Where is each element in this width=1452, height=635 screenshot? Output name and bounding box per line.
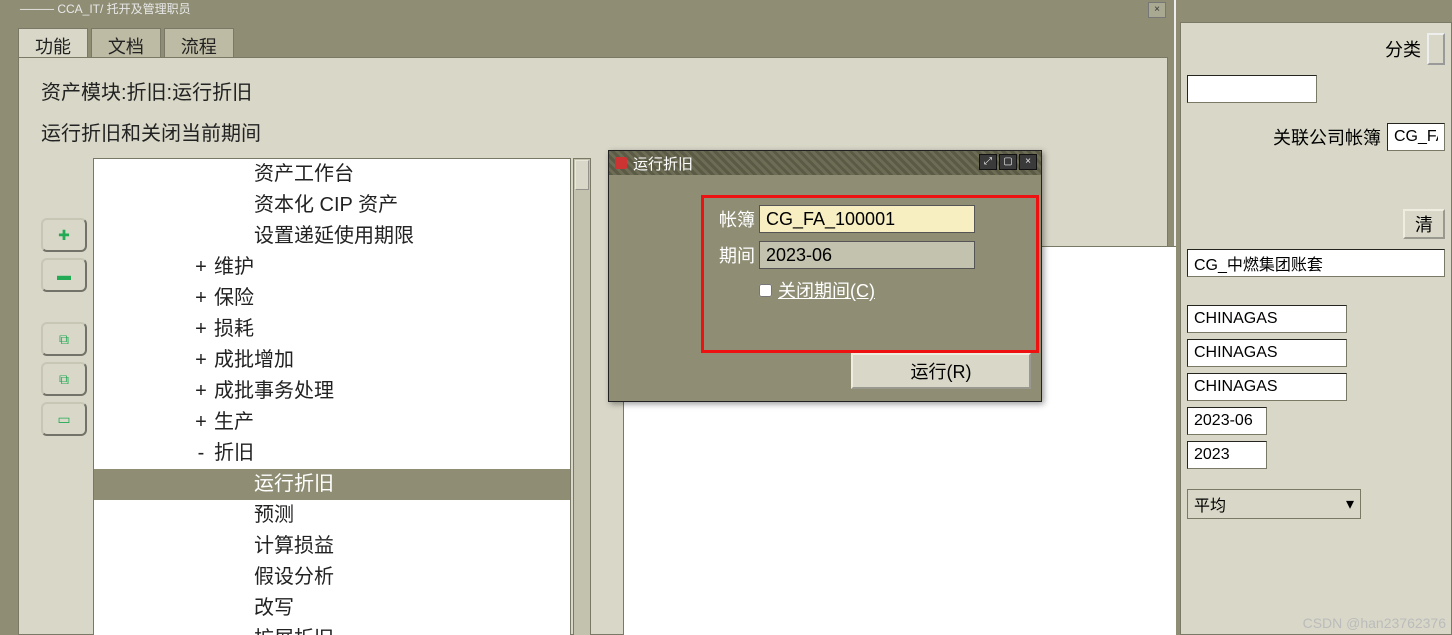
close-dialog-icon[interactable]: × [1019, 154, 1037, 170]
tree-item[interactable]: +损耗 [94, 314, 570, 345]
tree-item[interactable]: 资本化 CIP 资产 [94, 190, 570, 221]
chevron-down-icon: ▾ [1346, 494, 1354, 514]
tree-item-label: 运行折旧 [254, 473, 334, 495]
tree-item[interactable]: -折旧 [94, 438, 570, 469]
tree-item[interactable]: +成批事务处理 [94, 376, 570, 407]
book-label: 帐簿 [705, 206, 755, 232]
run-button[interactable]: 运行(R) [851, 353, 1031, 389]
minimize-icon[interactable]: ⤢ [979, 154, 997, 170]
expand-branch-button[interactable]: ⧉ [41, 362, 87, 396]
side-titlebar [1176, 0, 1452, 22]
close-period-label: 关闭期间(C) [778, 277, 875, 303]
breadcrumb: 资产模块:折旧:运行折旧 [41, 76, 1145, 105]
toggle-icon[interactable]: + [188, 252, 214, 283]
tree-item-label: 设置递延使用期限 [254, 225, 414, 247]
tree-item[interactable]: 预测 [94, 500, 570, 531]
tree-item-label: 维护 [214, 256, 254, 278]
watermark: CSDN @han23762376 [1303, 615, 1446, 631]
tree-item-label: 扩展折旧 [254, 628, 334, 635]
clear-button[interactable]: 清 [1403, 209, 1445, 239]
period-input[interactable] [759, 241, 975, 269]
tree-item[interactable]: 扩展折旧 [94, 624, 570, 635]
value-input-2[interactable] [1187, 373, 1347, 401]
tree-item[interactable]: 运行折旧 [94, 469, 570, 500]
toggle-icon[interactable]: + [188, 283, 214, 314]
tree-item-label: 折旧 [214, 442, 254, 464]
navigation-tree[interactable]: 资产工作台资本化 CIP 资产设置递延使用期限+维护+保险+损耗+成批增加+成批… [93, 158, 571, 635]
tree-toolbar: ✚ ▬ ⧉ ⧉ ▭ [41, 218, 87, 466]
assoc-company-label: 关联公司帐簿 [1273, 124, 1381, 150]
close-period-checkbox[interactable] [759, 284, 772, 297]
period-label: 期间 [705, 242, 755, 268]
tree-item-label: 资产工作台 [254, 163, 354, 185]
tree-item-label: 生产 [214, 411, 254, 433]
page-subtitle: 运行折旧和关闭当前期间 [41, 117, 1145, 146]
method-select[interactable]: 平均 ▾ [1187, 489, 1361, 519]
window-title: ──── CCA_IT/ 托开及管理职员 [20, 2, 191, 16]
dialog-title: 运行折旧 [633, 153, 693, 174]
close-icon[interactable]: × [1148, 2, 1166, 18]
tree-item-label: 计算损益 [254, 535, 334, 557]
toggle-icon[interactable]: + [188, 314, 214, 345]
tab-bar: 功能 文档 流程 [18, 28, 233, 58]
tree-item-label: 成批事务处理 [214, 380, 334, 402]
dialog-titlebar[interactable]: 运行折旧 ⤢ ▢ × [609, 151, 1041, 175]
run-depreciation-dialog: 运行折旧 ⤢ ▢ × 帐簿 期间 关闭期间(C) 运行(R) [608, 150, 1042, 402]
tree-item[interactable]: +维护 [94, 252, 570, 283]
book-input[interactable] [759, 205, 975, 233]
maximize-icon[interactable]: ▢ [999, 154, 1017, 170]
expand-all-button[interactable]: ⧉ [41, 322, 87, 356]
value-input-0[interactable] [1187, 305, 1347, 333]
tree-item[interactable]: 改写 [94, 593, 570, 624]
tree-item[interactable]: 设置递延使用期限 [94, 221, 570, 252]
value-input-3[interactable] [1187, 407, 1267, 435]
tree-item[interactable]: 假设分析 [94, 562, 570, 593]
window-titlebar: ──── CCA_IT/ 托开及管理职员 × [0, 0, 1174, 24]
collapse-button[interactable]: ▬ [41, 258, 87, 292]
classification-button[interactable] [1427, 33, 1445, 65]
side-window: 分类 关联公司帐簿 清 平均 ▾ [1176, 0, 1452, 635]
tree-item[interactable]: +生产 [94, 407, 570, 438]
toggle-icon[interactable]: - [188, 438, 214, 469]
tree-item-label: 假设分析 [254, 566, 334, 588]
toggle-icon[interactable]: + [188, 407, 214, 438]
side-panel: 分类 关联公司帐簿 清 平均 ▾ [1180, 22, 1452, 635]
tree-item[interactable]: +保险 [94, 283, 570, 314]
toggle-icon[interactable]: + [188, 345, 214, 376]
classification-input[interactable] [1187, 75, 1317, 103]
value-input-4[interactable] [1187, 441, 1267, 469]
tree-item-label: 改写 [254, 597, 294, 619]
tree-item-label: 损耗 [214, 318, 254, 340]
tree-item[interactable]: 计算损益 [94, 531, 570, 562]
tree-item[interactable]: 资产工作台 [94, 159, 570, 190]
assoc-company-input[interactable] [1387, 123, 1445, 151]
method-value: 平均 [1194, 492, 1226, 516]
tree-item-label: 成批增加 [214, 349, 294, 371]
expand-button[interactable]: ✚ [41, 218, 87, 252]
tree-item-label: 保险 [214, 287, 254, 309]
tree-item-label: 预测 [254, 504, 294, 526]
tree-item-label: 资本化 CIP 资产 [254, 194, 398, 216]
toggle-icon[interactable]: + [188, 376, 214, 407]
tree-item[interactable]: +成批增加 [94, 345, 570, 376]
classification-label: 分类 [1385, 36, 1421, 62]
scrollbar[interactable] [573, 158, 591, 635]
value-input-1[interactable] [1187, 339, 1347, 367]
ledger-input[interactable] [1187, 249, 1445, 277]
collapse-all-button[interactable]: ▭ [41, 402, 87, 436]
oracle-icon [615, 157, 627, 169]
